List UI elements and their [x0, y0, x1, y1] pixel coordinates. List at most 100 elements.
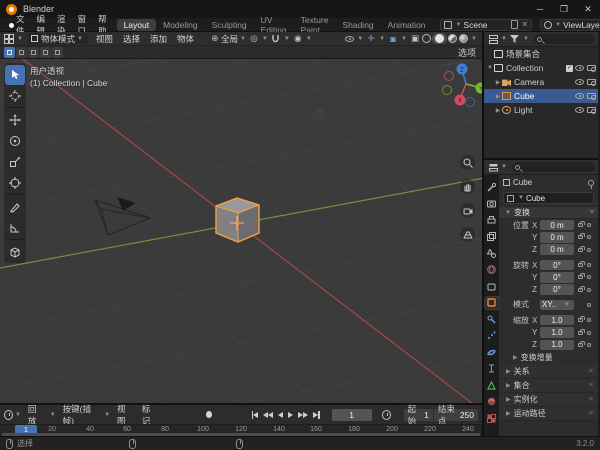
tab-object[interactable]: [483, 295, 500, 310]
lock-icon[interactable]: [578, 261, 585, 268]
collection-checkbox[interactable]: ✓: [566, 64, 573, 72]
panel-instancing[interactable]: ▶ 实例化 ≡: [499, 392, 598, 407]
tab-physics[interactable]: [485, 346, 499, 358]
outliner-row-light[interactable]: ▶ Light: [484, 103, 598, 117]
tab-data[interactable]: [485, 379, 499, 391]
overlays-toggle-icon[interactable]: ◙: [387, 33, 399, 45]
current-frame-field[interactable]: 1: [331, 408, 372, 421]
select-mode-extend-icon[interactable]: [16, 46, 27, 58]
tool-scale[interactable]: [5, 152, 25, 172]
menu-markers[interactable]: 标记: [137, 403, 162, 427]
lock-icon[interactable]: [578, 340, 585, 347]
outliner-row-collection[interactable]: ▼ Collection ✓: [484, 61, 598, 75]
menu-view[interactable]: 视图: [91, 33, 118, 45]
tab-tool[interactable]: [485, 181, 499, 193]
rotation-x-field[interactable]: 0°: [540, 259, 574, 271]
tool-annotate[interactable]: [5, 197, 25, 217]
tab-collection[interactable]: [485, 280, 499, 292]
tab-animation[interactable]: Animation: [381, 19, 433, 31]
lock-icon[interactable]: [578, 316, 585, 323]
lock-icon[interactable]: [578, 285, 585, 292]
shading-material-icon[interactable]: [448, 34, 458, 43]
object-name-field[interactable]: ▼ Cube: [503, 192, 594, 204]
location-z-field[interactable]: 0 m: [540, 244, 574, 255]
animate-dot-icon[interactable]: [587, 275, 591, 280]
properties-search-input[interactable]: [511, 162, 595, 172]
jump-to-start-button[interactable]: [251, 409, 259, 421]
panel-delta-transform[interactable]: ▶ 变换增量: [499, 350, 598, 365]
expand-arrow-icon[interactable]: ▶: [494, 107, 502, 114]
scale-y-field[interactable]: 1.0: [540, 327, 574, 338]
lock-icon[interactable]: [578, 233, 585, 240]
breadcrumb-object[interactable]: Cube: [513, 178, 532, 187]
select-mode-new-icon[interactable]: [4, 46, 15, 58]
light-object[interactable]: [314, 107, 326, 119]
gizmos-toggle-icon[interactable]: ✛: [365, 33, 377, 45]
close-button[interactable]: ✕: [576, 0, 600, 18]
disable-render-icon[interactable]: [587, 65, 596, 72]
timeline-editor-icon[interactable]: [4, 409, 13, 420]
menu-view[interactable]: 视图: [112, 403, 137, 427]
maximize-button[interactable]: ❐: [552, 0, 576, 18]
options-button[interactable]: 选项: [458, 46, 476, 59]
menu-keying[interactable]: 按键(插帧): [58, 403, 102, 427]
minimize-button[interactable]: ─: [528, 0, 552, 18]
location-y-field[interactable]: 0 m: [540, 232, 574, 243]
panel-menu-icon[interactable]: ≡: [590, 209, 594, 216]
tab-layout[interactable]: Layout: [116, 18, 157, 31]
tab-sculpting[interactable]: Sculpting: [205, 19, 254, 31]
expand-arrow-icon[interactable]: ▼: [486, 65, 494, 71]
outliner-display-mode-icon[interactable]: [487, 33, 499, 45]
zoom-button[interactable]: [460, 155, 475, 170]
tab-world[interactable]: [485, 264, 499, 276]
pivot-point-icon[interactable]: ◎: [248, 33, 260, 45]
tab-texture[interactable]: [485, 412, 499, 424]
outliner-row-cube[interactable]: ▶ Cube: [484, 89, 598, 103]
proportional-editing-icon[interactable]: ◉: [292, 33, 304, 45]
hide-viewport-icon[interactable]: [575, 79, 584, 85]
frame-end-field[interactable]: 结束点 250: [432, 404, 479, 426]
scale-z-field[interactable]: 1.0: [540, 339, 574, 351]
new-scene-icon[interactable]: [511, 20, 519, 29]
tab-modifiers[interactable]: [485, 313, 499, 325]
visibility-icon[interactable]: [343, 33, 355, 45]
select-mode-intersect-icon[interactable]: [52, 46, 63, 58]
scene-selector[interactable]: ▼ Scene ✕: [440, 18, 533, 31]
unlink-scene-icon[interactable]: ✕: [521, 20, 528, 29]
scale-x-field[interactable]: 1.0: [540, 314, 574, 326]
panel-motion-paths[interactable]: ▶ 运动路径 ≡: [499, 406, 598, 421]
prev-keyframe-button[interactable]: [263, 409, 274, 421]
rotation-mode-dropdown[interactable]: XY.. ▼: [540, 299, 574, 311]
tab-material[interactable]: [485, 396, 499, 408]
tab-render[interactable]: [485, 198, 499, 210]
timeline-ruler[interactable]: 20 40 60 80 100 120 140 160 180 200 220 …: [0, 424, 482, 435]
animate-dot-icon[interactable]: [587, 223, 591, 228]
animate-dot-icon[interactable]: [587, 318, 591, 323]
gizmo-neg-z[interactable]: [465, 97, 475, 107]
view-layer-selector[interactable]: ▼ ViewLayer ✕: [540, 18, 600, 31]
tab-scene[interactable]: [485, 247, 499, 259]
shading-rendered-icon[interactable]: [459, 34, 469, 43]
editor-type-icon[interactable]: [3, 33, 15, 45]
use-preview-range-icon[interactable]: [381, 409, 391, 420]
disable-render-icon[interactable]: [587, 107, 596, 114]
tab-view-layer[interactable]: [485, 231, 499, 243]
viewport-3d[interactable]: Z Y X 用户透视 (1) Collection | Cube: [0, 59, 482, 403]
panel-relations[interactable]: ▶ 关系 ≡: [499, 364, 598, 379]
mode-dropdown[interactable]: 物体模式 ▼: [27, 33, 88, 44]
lock-icon[interactable]: [578, 221, 585, 228]
animate-dot-icon[interactable]: [587, 330, 591, 335]
lock-icon[interactable]: [578, 328, 585, 335]
select-mode-invert-icon[interactable]: [40, 46, 51, 58]
pin-icon[interactable]: [588, 179, 594, 189]
menu-object[interactable]: 物体: [172, 33, 199, 45]
hide-viewport-icon[interactable]: [575, 93, 584, 99]
xray-toggle-icon[interactable]: ▣: [409, 33, 421, 45]
lock-icon[interactable]: [578, 245, 585, 252]
play-button[interactable]: [288, 409, 294, 421]
hide-viewport-icon[interactable]: [575, 107, 584, 113]
animate-dot-icon[interactable]: [587, 342, 591, 347]
outliner-row-camera[interactable]: ▶ Camera: [484, 75, 598, 89]
hide-viewport-icon[interactable]: [575, 65, 584, 71]
outliner-row-scene-collection[interactable]: 场景集合: [484, 47, 598, 61]
